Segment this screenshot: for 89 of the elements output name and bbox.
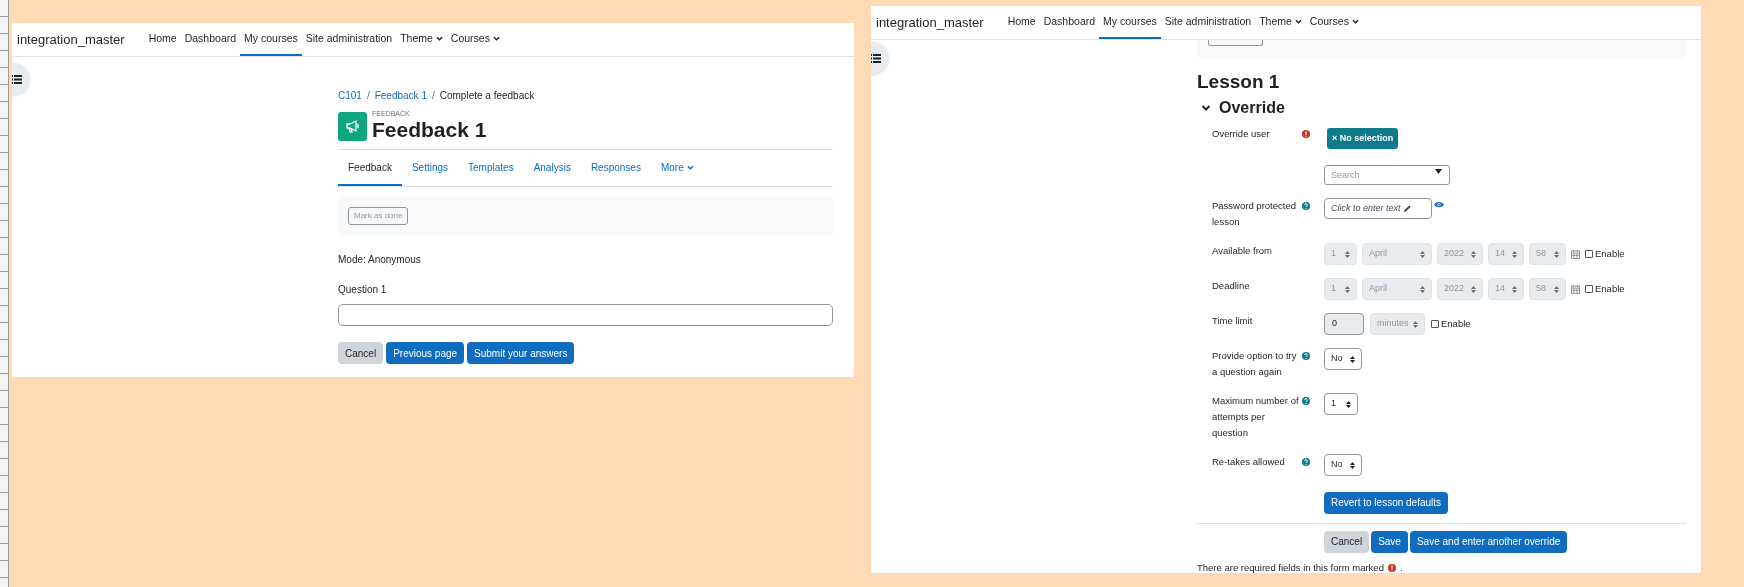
eye-icon bbox=[1434, 201, 1444, 208]
sort-arrows-icon bbox=[1512, 250, 1517, 258]
calendar-icon bbox=[1571, 284, 1580, 294]
lesson-title: Lesson 1 bbox=[1197, 70, 1281, 94]
sort-arrows-icon bbox=[1471, 285, 1476, 293]
search-field[interactable]: Search bbox=[1324, 165, 1450, 185]
chevron-down-icon bbox=[492, 36, 500, 41]
answer-field[interactable] bbox=[338, 304, 833, 326]
select-field[interactable]: No bbox=[1324, 454, 1362, 476]
nav-link[interactable]: Site administration bbox=[1160, 6, 1256, 39]
breadcrumb-current: Complete a feedback bbox=[439, 89, 535, 103]
note-period: . bbox=[1399, 560, 1403, 573]
page-title: Feedback 1 bbox=[372, 118, 487, 142]
nav-link[interactable]: Theme bbox=[1255, 6, 1306, 39]
selection-tag[interactable]: × No selection bbox=[1327, 128, 1399, 149]
help-icon bbox=[1302, 458, 1310, 466]
site-name[interactable]: integration_master bbox=[17, 29, 125, 50]
pencil-icon bbox=[1403, 205, 1411, 212]
dropdown-triangle-icon bbox=[1435, 169, 1442, 174]
exclamation-icon bbox=[1302, 130, 1310, 138]
password-field[interactable]: Click to enter text bbox=[1324, 198, 1432, 219]
breadcrumb-link[interactable]: Feedback 1 bbox=[374, 88, 427, 103]
site-name[interactable]: integration_master bbox=[876, 12, 984, 33]
question-label: Question 1 bbox=[338, 283, 388, 297]
required-note: There are required fields in this form marked bbox=[1197, 560, 1384, 573]
select-field[interactable]: No bbox=[1324, 348, 1362, 370]
cancel-button[interactable]: Cancel bbox=[1324, 530, 1370, 553]
sort-arrows-icon bbox=[1345, 250, 1350, 258]
megaphone-icon bbox=[344, 119, 361, 133]
sort-arrows-icon bbox=[1420, 285, 1425, 293]
primary-button[interactable]: Save bbox=[1371, 530, 1408, 553]
tab[interactable]: Feedback bbox=[338, 150, 402, 186]
field-label: Override user bbox=[1212, 127, 1271, 141]
sort-arrows-icon bbox=[1471, 250, 1476, 258]
calendar-icon bbox=[1571, 249, 1580, 259]
sort-arrows-icon bbox=[1554, 250, 1559, 258]
primary-button[interactable]: Previous page bbox=[386, 342, 465, 364]
primary-button[interactable]: Revert to lesson defaults bbox=[1324, 491, 1449, 514]
mode-text: Mode: Anonymous bbox=[338, 253, 422, 267]
chevron-down-icon bbox=[1294, 19, 1302, 24]
select-field[interactable]: 1 bbox=[1324, 393, 1358, 415]
nav-link[interactable]: My courses bbox=[240, 23, 302, 56]
section-title: Override bbox=[1219, 98, 1285, 118]
field-label: Available from bbox=[1212, 244, 1274, 258]
tab[interactable]: Settings bbox=[401, 150, 459, 186]
help-icon bbox=[1302, 352, 1310, 360]
list-icon bbox=[12, 74, 22, 84]
breadcrumb-link[interactable]: C101 bbox=[338, 88, 362, 103]
sort-arrows-icon bbox=[1420, 250, 1425, 258]
cancel-button[interactable]: Cancel bbox=[338, 342, 384, 364]
field-label: Password protected lesson bbox=[1212, 199, 1297, 229]
field-label: Time limit bbox=[1212, 314, 1254, 328]
field-label: Provide option to try a question again bbox=[1212, 349, 1298, 379]
section-toggle[interactable]: Override bbox=[1201, 96, 1285, 120]
tab[interactable]: Templates bbox=[458, 150, 524, 186]
nav-link[interactable]: Home bbox=[1003, 6, 1040, 39]
nav-link[interactable]: Theme bbox=[396, 23, 447, 56]
primary-button[interactable]: Submit your answers bbox=[467, 342, 575, 364]
breadcrumb-separator: / bbox=[366, 89, 370, 103]
mark-as-done-button[interactable] bbox=[1208, 40, 1263, 46]
nav-link[interactable]: Home bbox=[144, 23, 181, 56]
nav-link[interactable]: Site administration bbox=[301, 23, 397, 56]
field-label: Deadline bbox=[1212, 279, 1251, 293]
chevron-down-icon bbox=[1351, 19, 1359, 24]
nav-link[interactable]: Courses bbox=[1305, 6, 1363, 39]
chevron-down-icon bbox=[435, 36, 443, 41]
nav-link[interactable]: My courses bbox=[1099, 6, 1161, 39]
help-icon bbox=[1302, 202, 1310, 210]
sort-arrows-icon bbox=[1350, 355, 1355, 363]
sort-arrows-icon bbox=[1413, 320, 1418, 328]
tab[interactable]: More bbox=[650, 150, 704, 186]
nav-link[interactable]: Dashboard bbox=[180, 23, 241, 56]
field-label: Re-takes allowed bbox=[1212, 455, 1286, 469]
breadcrumb-separator: / bbox=[431, 89, 435, 103]
chevron-down-icon bbox=[686, 164, 694, 170]
sort-arrows-icon bbox=[1350, 461, 1355, 469]
help-icon bbox=[1302, 397, 1310, 405]
sort-arrows-icon bbox=[1512, 285, 1517, 293]
nav-link[interactable]: Courses bbox=[446, 23, 504, 56]
tab[interactable]: Responses bbox=[580, 150, 651, 186]
sort-arrows-icon bbox=[1554, 285, 1559, 293]
tab[interactable]: Analysis bbox=[523, 150, 581, 186]
primary-button[interactable]: Save and enter another override bbox=[1409, 530, 1568, 553]
sort-arrows-icon bbox=[1346, 400, 1351, 408]
nav-link[interactable]: Dashboard bbox=[1039, 6, 1100, 39]
chevron-down-icon bbox=[1201, 103, 1211, 113]
field-label: Maximum number of attempts per question bbox=[1212, 394, 1300, 440]
sort-arrows-icon bbox=[1345, 285, 1350, 293]
list-icon bbox=[871, 53, 881, 63]
